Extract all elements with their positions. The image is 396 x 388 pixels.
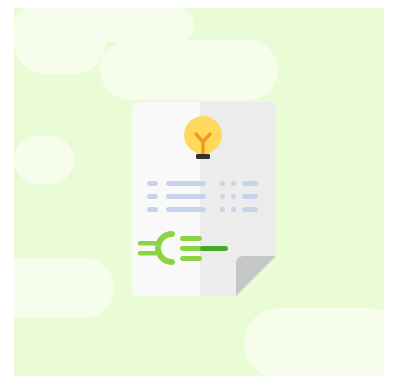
bill-illustration [14, 8, 384, 376]
illustration-canvas [14, 8, 384, 376]
bulb-base [196, 154, 210, 159]
document-icon [132, 102, 276, 296]
